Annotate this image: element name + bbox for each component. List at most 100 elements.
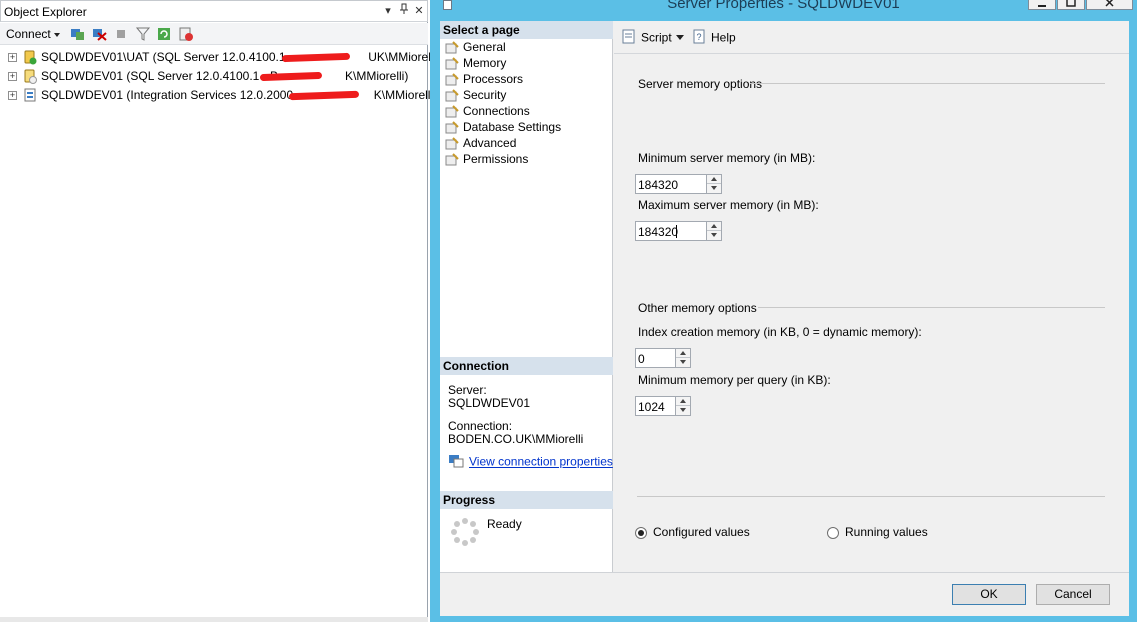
page-item-security[interactable]: Security: [445, 87, 506, 103]
connection-properties-icon: [448, 454, 464, 471]
script-label: Script: [641, 30, 672, 45]
running-values-radio[interactable]: Running values: [827, 525, 928, 539]
horizontal-scrollbar[interactable]: [0, 617, 428, 622]
page-item-label: Advanced: [463, 136, 517, 150]
window-position-dropdown-icon[interactable]: ▾: [381, 3, 395, 19]
configured-values-radio[interactable]: Configured values: [635, 525, 750, 539]
wrench-page-icon: [445, 89, 459, 102]
spin-up-button[interactable]: [676, 397, 690, 406]
radio-unselected-icon[interactable]: [827, 526, 839, 539]
view-connection-properties-link[interactable]: View connection properties: [448, 454, 613, 471]
wrench-page-icon: [445, 153, 459, 166]
group-divider: [758, 307, 1105, 308]
filter-icon[interactable]: [135, 27, 151, 41]
chevron-down-icon: [711, 186, 717, 190]
spin-down-button[interactable]: [707, 184, 721, 193]
wrench-page-icon: [445, 73, 459, 86]
ok-button[interactable]: OK: [952, 584, 1026, 605]
min-memory-per-query-input[interactable]: 1024: [635, 396, 691, 416]
page-item-memory[interactable]: Memory: [445, 55, 506, 71]
server-memory-options-header: Server memory options: [638, 77, 763, 91]
page-item-label: Connections: [463, 104, 530, 118]
chevron-down-icon: [676, 35, 684, 41]
cancel-button[interactable]: Cancel: [1036, 584, 1110, 605]
view-connection-properties-text[interactable]: View connection properties: [469, 455, 613, 469]
wrench-page-icon: [445, 137, 459, 150]
spin-up-button[interactable]: [676, 349, 690, 358]
page-item-database-settings[interactable]: Database Settings: [445, 119, 561, 135]
svg-text:?: ?: [697, 32, 702, 42]
dialog-body: Select a page General Memory Processors …: [440, 21, 1129, 616]
expand-icon[interactable]: +: [8, 91, 17, 101]
spin-up-button[interactable]: [707, 222, 721, 231]
page-item-label: Processors: [463, 72, 524, 86]
min-server-memory-spinner[interactable]: [706, 175, 721, 193]
tree-node-label-suffix: K\MMiorelli): [373, 88, 438, 102]
index-creation-memory-value: 0: [638, 352, 645, 366]
index-creation-memory-spinner[interactable]: [675, 349, 690, 367]
spin-down-button[interactable]: [707, 231, 721, 240]
page-item-processors[interactable]: Processors: [445, 71, 523, 87]
help-label: Help: [711, 30, 736, 45]
help-button[interactable]: ? Help: [692, 29, 736, 45]
connection-header: Connection: [440, 357, 613, 375]
select-page-header: Select a page: [440, 21, 613, 39]
chevron-up-icon: [680, 399, 686, 403]
page-item-label: General: [463, 40, 506, 54]
index-creation-memory-label: Index creation memory (in KB, 0 = dynami…: [638, 325, 922, 339]
stop-icon[interactable]: [115, 27, 130, 41]
tree-node-server-uat[interactable]: + SQLDWDEV01\UAT (SQL Server 12.0.4100.1…: [8, 48, 440, 66]
select-page-pane: Select a page General Memory Processors …: [440, 21, 613, 572]
expand-icon[interactable]: +: [8, 53, 17, 63]
tree-node-server-default[interactable]: + SQLDWDEV01 (SQL Server 12.0.4100.1 - B…: [8, 67, 408, 85]
tree-node-label-suffix: K\MMiorelli): [345, 69, 409, 83]
tree-node-integration-services[interactable]: + SQLDWDEV01 (Integration Services 12.0.…: [8, 86, 437, 104]
database-engine-paused-icon: [23, 69, 37, 85]
min-memory-per-query-spinner[interactable]: [675, 397, 690, 415]
connect-object-explorer-icon[interactable]: [70, 27, 85, 41]
integration-services-icon: [23, 88, 37, 103]
min-server-memory-value: 184320: [638, 178, 679, 192]
connect-label: Connect: [6, 27, 51, 41]
max-server-memory-value: 184320: [638, 225, 679, 239]
other-memory-options-header: Other memory options: [638, 301, 757, 315]
script-dropdown-button[interactable]: [676, 29, 684, 45]
progress-header: Progress: [440, 491, 613, 509]
page-item-connections[interactable]: Connections: [445, 103, 530, 119]
dialog-toolbar: Script ? Help: [614, 21, 1129, 54]
chevron-down-icon: [711, 233, 717, 237]
max-server-memory-spinner[interactable]: [706, 222, 721, 240]
maximize-button[interactable]: [1057, 0, 1085, 10]
spin-up-button[interactable]: [707, 175, 721, 184]
connect-dropdown-button[interactable]: Connect: [6, 26, 60, 42]
activity-monitor-icon[interactable]: [179, 27, 194, 41]
spin-down-button[interactable]: [676, 406, 690, 415]
chevron-down-icon: [680, 408, 686, 412]
max-server-memory-input[interactable]: 184320: [635, 221, 722, 241]
min-server-memory-input[interactable]: 184320: [635, 174, 722, 194]
page-item-advanced[interactable]: Advanced: [445, 135, 516, 151]
disconnect-icon[interactable]: [92, 27, 107, 41]
script-button[interactable]: Script: [621, 29, 672, 45]
spin-down-button[interactable]: [676, 358, 690, 367]
expand-icon[interactable]: +: [8, 72, 17, 82]
chevron-up-icon: [680, 351, 686, 355]
radio-selected-icon[interactable]: [635, 526, 647, 539]
auto-hide-pin-icon[interactable]: [397, 3, 411, 19]
minimize-button[interactable]: [1028, 0, 1056, 10]
page-item-label: Memory: [463, 56, 507, 70]
object-explorer-toolbar: Connect: [0, 23, 428, 45]
page-item-permissions[interactable]: Permissions: [445, 151, 528, 167]
min-memory-per-query-value: 1024: [638, 400, 665, 414]
page-item-label: Permissions: [463, 152, 529, 166]
memory-page-content: Script ? Help Server memory options Mini…: [614, 21, 1129, 572]
object-explorer-titlebar: Object Explorer ▾ ✕: [0, 0, 428, 22]
close-button[interactable]: [1086, 0, 1133, 10]
page-item-general[interactable]: General: [445, 39, 506, 55]
wrench-page-icon: [445, 41, 459, 54]
index-creation-memory-input[interactable]: 0: [635, 348, 691, 368]
server-properties-dialog: Server Properties - SQLDWDEV01 Select a …: [430, 0, 1137, 622]
refresh-icon[interactable]: [157, 27, 172, 41]
running-values-label: Running values: [845, 525, 928, 539]
close-panel-icon[interactable]: ✕: [412, 3, 426, 19]
